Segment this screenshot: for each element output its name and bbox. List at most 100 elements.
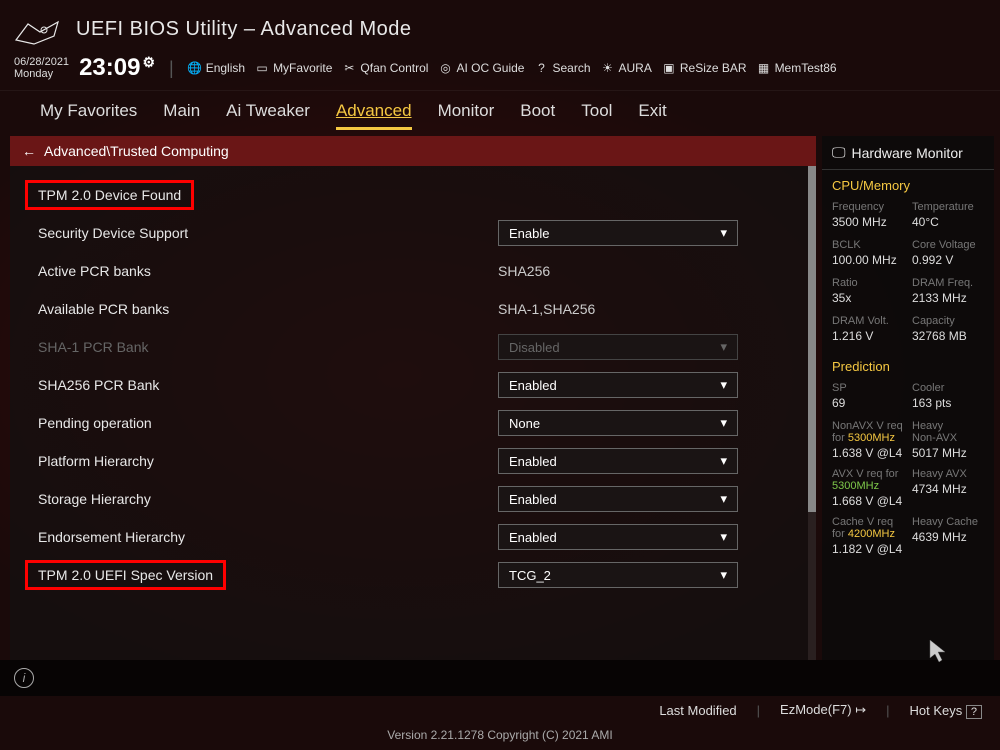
setting-label: TPM 2.0 Device Found [38, 180, 498, 210]
dropdown[interactable]: Enabled▾ [498, 448, 738, 474]
hardware-monitor-panel: 🖵 Hardware Monitor CPU/Memory Frequency3… [822, 136, 994, 660]
hw-stat: NonAVX V req for 5300MHz1.638 V @L4 [832, 420, 904, 460]
breadcrumb[interactable]: ← Advanced\Trusted Computing [10, 136, 816, 166]
hw-stat: HeavyNon-AVX5017 MHz [912, 420, 984, 460]
sun-icon: ☀ [601, 61, 615, 75]
setting-row: SHA-1 PCR BankDisabled▾ [38, 328, 800, 366]
setting-label: Security Device Support [38, 225, 498, 241]
setting-value-text: SHA256 [498, 259, 800, 283]
setting-label: Available PCR banks [38, 301, 498, 317]
gear-icon[interactable]: ⚙ [142, 54, 155, 71]
card-icon: ▭ [255, 61, 269, 75]
qfan-link[interactable]: ✂Qfan Control [342, 61, 428, 75]
app-title: UEFI BIOS Utility – Advanced Mode [76, 18, 412, 41]
chevron-down-icon: ▾ [720, 453, 727, 469]
resizebar-link[interactable]: ▣ReSize BAR [662, 61, 747, 75]
setting-label: Active PCR banks [38, 263, 498, 279]
chevron-down-icon: ▾ [720, 567, 727, 583]
ezmode-link[interactable]: EzMode(F7) ↦ [780, 702, 866, 718]
info-bar: i [0, 660, 1000, 696]
scrollbar-thumb[interactable] [808, 166, 816, 512]
search-icon: ? [534, 61, 548, 75]
hw-stat: Frequency3500 MHz [832, 201, 904, 229]
setting-label: TPM 2.0 UEFI Spec Version [38, 560, 498, 590]
chevron-down-icon: ▾ [720, 491, 727, 507]
tab-main[interactable]: Main [163, 101, 200, 130]
chevron-down-icon: ▾ [720, 339, 727, 355]
dropdown: Disabled▾ [498, 334, 738, 360]
exit-icon: ↦ [855, 702, 866, 717]
search-link[interactable]: ?Search [534, 61, 590, 75]
dropdown[interactable]: TCG_2▾ [498, 562, 738, 588]
setting-row: Active PCR banksSHA256 [38, 252, 800, 290]
tab-tool[interactable]: Tool [581, 101, 612, 130]
dropdown[interactable]: Enable▾ [498, 220, 738, 246]
myfavorite-link[interactable]: ▭MyFavorite [255, 61, 332, 75]
target-icon: ◎ [438, 61, 452, 75]
settings-panel: TPM 2.0 Device Found Security Device Supp… [10, 166, 816, 660]
setting-label: Endorsement Hierarchy [38, 529, 498, 545]
chevron-down-icon: ▾ [720, 377, 727, 393]
hw-stat: SP69 [832, 382, 904, 410]
hw-stat: DRAM Freq.2133 MHz [912, 277, 984, 305]
monitor-icon: 🖵 [832, 144, 846, 161]
tab-boot[interactable]: Boot [520, 101, 555, 130]
aioc-link[interactable]: ◎AI OC Guide [438, 61, 524, 75]
dropdown[interactable]: Enabled▾ [498, 524, 738, 550]
setting-row: Platform HierarchyEnabled▾ [38, 442, 800, 480]
setting-row: SHA256 PCR BankEnabled▾ [38, 366, 800, 404]
setting-label: SHA256 PCR Bank [38, 377, 498, 393]
setting-row: Available PCR banksSHA-1,SHA256 [38, 290, 800, 328]
setting-row: Storage HierarchyEnabled▾ [38, 480, 800, 518]
main-tabs: My Favorites Main Ai Tweaker Advanced Monito… [0, 91, 1000, 130]
prediction-heading: Prediction [832, 359, 984, 374]
cpu-memory-heading: CPU/Memory [832, 178, 984, 193]
chip-icon: ▣ [662, 61, 676, 75]
hw-stat: DRAM Volt.1.216 V [832, 315, 904, 343]
tab-ai-tweaker[interactable]: Ai Tweaker [226, 101, 310, 130]
tab-exit[interactable]: Exit [638, 101, 666, 130]
setting-row: Endorsement HierarchyEnabled▾ [38, 518, 800, 556]
setting-row: Pending operationNone▾ [38, 404, 800, 442]
setting-label: SHA-1 PCR Bank [38, 339, 498, 355]
setting-label: Platform Hierarchy [38, 453, 498, 469]
globe-icon: 🌐 [188, 61, 202, 75]
hw-stat: Heavy Cache4639 MHz [912, 516, 984, 556]
setting-value-text: SHA-1,SHA256 [498, 297, 800, 321]
setting-row: TPM 2.0 Device Found [38, 176, 800, 214]
mouse-cursor [928, 638, 948, 664]
aura-link[interactable]: ☀AURA [601, 61, 652, 75]
hw-stat: Cache V req for 4200MHz1.182 V @L4 [832, 516, 904, 556]
setting-label: Pending operation [38, 415, 498, 431]
chevron-down-icon: ▾ [720, 529, 727, 545]
tab-advanced[interactable]: Advanced [336, 101, 412, 130]
language-selector[interactable]: 🌐English [188, 61, 245, 75]
hw-stat: BCLK100.00 MHz [832, 239, 904, 267]
tab-my-favorites[interactable]: My Favorites [40, 101, 137, 130]
hotkeys-link[interactable]: Hot Keys ? [910, 703, 983, 718]
setting-row: Security Device SupportEnable▾ [38, 214, 800, 252]
dropdown[interactable]: Enabled▾ [498, 486, 738, 512]
hw-stat: AVX V req for 5300MHz1.668 V @L4 [832, 468, 904, 508]
hw-stat: Heavy AVX4734 MHz [912, 468, 984, 508]
rog-logo [14, 18, 60, 48]
hw-stat: Temperature40°C [912, 201, 984, 229]
scissors-icon: ✂ [342, 61, 356, 75]
dropdown[interactable]: Enabled▾ [498, 372, 738, 398]
hw-monitor-title: 🖵 Hardware Monitor [822, 136, 994, 170]
hw-stat: Ratio35x [832, 277, 904, 305]
date-block: 06/28/2021 Monday [14, 56, 69, 80]
last-modified-link[interactable]: Last Modified [659, 703, 736, 718]
info-icon[interactable]: i [14, 668, 34, 688]
version-text: Version 2.21.1278 Copyright (C) 2021 AMI [0, 724, 1000, 750]
tab-monitor[interactable]: Monitor [438, 101, 495, 130]
chevron-down-icon: ▾ [720, 415, 727, 431]
dropdown[interactable]: None▾ [498, 410, 738, 436]
back-arrow-icon[interactable]: ← [22, 143, 36, 159]
hw-stat: Capacity32768 MB [912, 315, 984, 343]
time-display: 23:09⚙ [79, 54, 155, 82]
chevron-down-icon: ▾ [720, 225, 727, 241]
memtest-link[interactable]: ▦MemTest86 [757, 61, 837, 75]
memory-icon: ▦ [757, 61, 771, 75]
setting-row: TPM 2.0 UEFI Spec VersionTCG_2▾ [38, 556, 800, 594]
